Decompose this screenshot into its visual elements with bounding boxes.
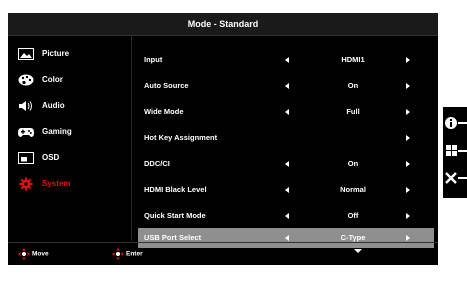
sidebar-item-audio[interactable]: Audio — [12, 96, 130, 116]
sidebar-item-label: Gaming — [42, 127, 72, 136]
gear-icon — [19, 177, 33, 191]
move-hint: Move — [18, 248, 49, 261]
dpad-enter-icon — [112, 248, 124, 260]
info-button[interactable] — [443, 113, 467, 139]
right-arrow-icon[interactable] — [406, 235, 410, 241]
right-arrow-icon[interactable] — [406, 109, 410, 115]
left-arrow-icon[interactable] — [285, 187, 289, 193]
footer: Move Enter — [8, 242, 438, 266]
sidebar-item-label: OSD — [42, 153, 60, 162]
sidebar-item-system[interactable]: System — [12, 174, 130, 194]
sidebar-item-osd[interactable]: OSD — [12, 148, 130, 168]
osd-menu: Mode - Standard Picture Color Audio Gami… — [8, 13, 438, 265]
setting-value: On — [347, 159, 359, 168]
setting-row-wide-mode[interactable]: Wide Mode Full — [138, 102, 434, 122]
right-arrow-icon[interactable] — [406, 135, 410, 141]
right-arrow-icon[interactable] — [406, 161, 410, 167]
right-arrow-icon[interactable] — [406, 213, 410, 219]
left-arrow-icon[interactable] — [285, 57, 289, 63]
setting-row-input[interactable]: Input HDMI1 — [138, 50, 434, 70]
enter-label: Enter — [126, 250, 143, 258]
move-label: Move — [32, 250, 49, 258]
close-button[interactable] — [443, 169, 467, 195]
setting-name: Quick Start Mode — [144, 211, 206, 220]
setting-value: Normal — [340, 185, 366, 194]
grid-icon — [446, 145, 467, 156]
left-arrow-icon[interactable] — [285, 213, 289, 219]
setting-row-hot-key-assignment[interactable]: Hot Key Assignment — [138, 128, 434, 148]
palette-icon — [18, 74, 34, 86]
sidebar-item-color[interactable]: Color — [12, 70, 130, 90]
setting-value: Full — [346, 107, 360, 116]
left-arrow-icon[interactable] — [285, 109, 289, 115]
setting-row-ddc-ci[interactable]: DDC/CI On — [138, 154, 434, 174]
side-button-panel — [443, 107, 467, 198]
setting-name: DDC/CI — [144, 159, 170, 168]
setting-value: Off — [347, 211, 359, 220]
osd-window-icon — [18, 152, 34, 164]
sidebar-item-label: Picture — [42, 49, 70, 58]
dpad-move-icon — [18, 248, 30, 260]
right-arrow-icon[interactable] — [406, 57, 410, 63]
setting-name: Wide Mode — [144, 107, 184, 116]
grid-button[interactable] — [443, 141, 467, 167]
left-arrow-icon[interactable] — [285, 83, 289, 89]
right-arrow-icon[interactable] — [406, 187, 410, 193]
close-icon — [445, 172, 467, 184]
sidebar-item-label: Color — [42, 75, 63, 84]
divider — [131, 36, 132, 241]
setting-row-quick-start-mode[interactable]: Quick Start Mode Off — [138, 206, 434, 226]
enter-hint: Enter — [112, 248, 143, 261]
setting-value: On — [347, 81, 359, 90]
setting-name: Input — [144, 55, 163, 64]
left-arrow-icon[interactable] — [285, 161, 289, 167]
setting-row-hdmi-black-level[interactable]: HDMI Black Level Normal — [138, 180, 434, 200]
setting-row-auto-source[interactable]: Auto Source On — [138, 76, 434, 96]
gamepad-icon — [18, 128, 34, 137]
picture-icon — [18, 48, 34, 60]
right-arrow-icon[interactable] — [406, 83, 410, 89]
setting-name: Auto Source — [144, 81, 189, 90]
info-icon — [445, 117, 467, 129]
speaker-icon — [19, 101, 32, 111]
sidebar-item-picture[interactable]: Picture — [12, 44, 130, 64]
sidebar-item-label: Audio — [42, 101, 65, 110]
setting-name: Hot Key Assignment — [144, 133, 218, 142]
setting-value: HDMI1 — [341, 55, 365, 64]
menu-title: Mode - Standard — [8, 13, 438, 36]
sidebar-item-label: System — [42, 179, 71, 188]
setting-name: HDMI Black Level — [144, 185, 207, 194]
sidebar-item-gaming[interactable]: Gaming — [12, 122, 130, 142]
left-arrow-icon[interactable] — [285, 235, 289, 241]
